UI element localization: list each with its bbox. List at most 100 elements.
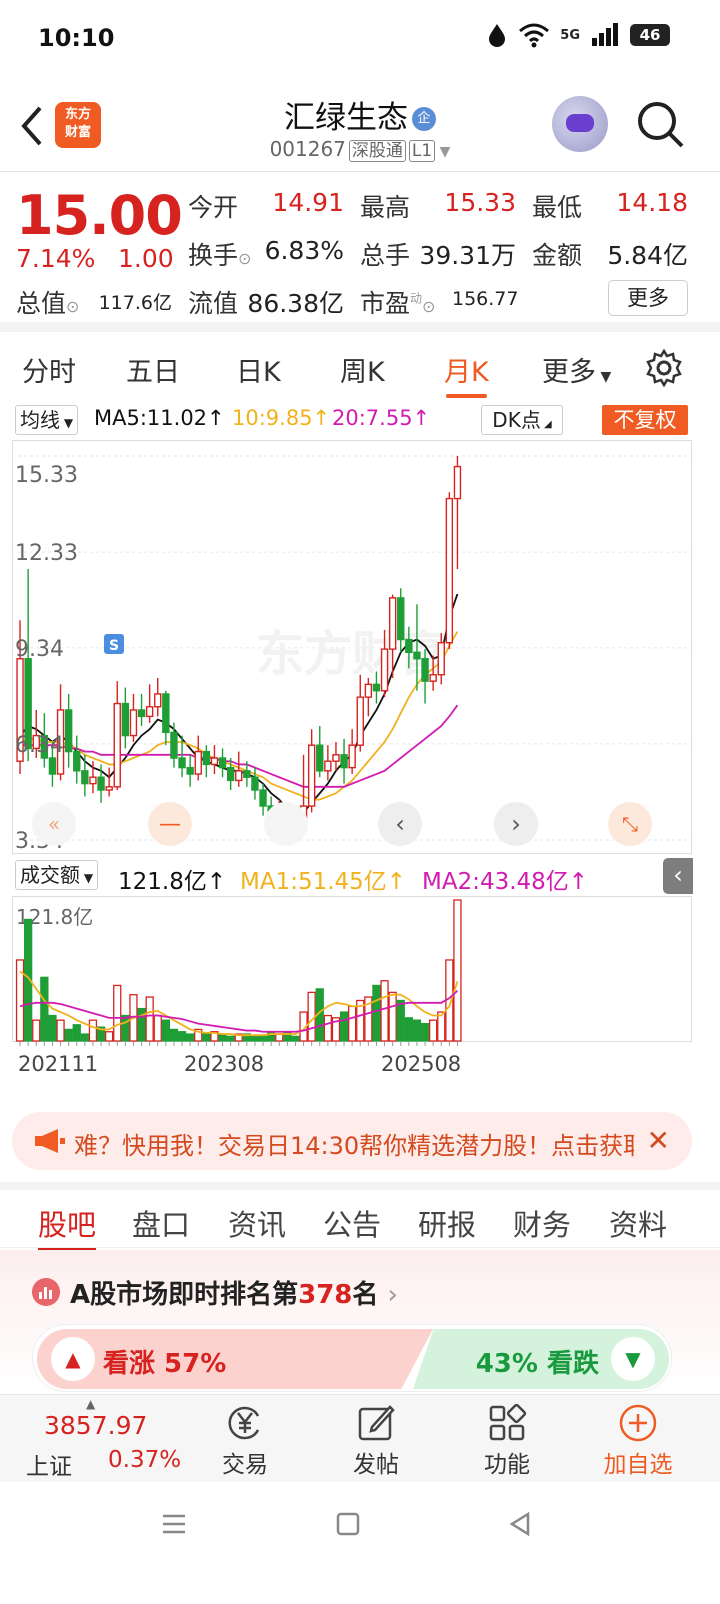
close-icon[interactable]: ✕ bbox=[647, 1124, 670, 1157]
stock-name-title: 汇绿生态企 bbox=[0, 92, 720, 137]
kline-chart[interactable]: 东方财富 15.3312.339.346.343.34 S « — ‹ › ⤡ bbox=[12, 440, 692, 854]
rank-number: 378 bbox=[298, 1280, 353, 1310]
tab-news[interactable]: 资讯 bbox=[228, 1202, 286, 1244]
candle-body bbox=[64, 709, 73, 753]
y-tick-label: 9.34 bbox=[15, 637, 64, 662]
tab-announcements[interactable]: 公告 bbox=[323, 1202, 381, 1244]
settings-gear-icon[interactable] bbox=[644, 348, 684, 388]
tab-finance[interactable]: 财务 bbox=[513, 1202, 571, 1244]
nav-post[interactable]: 发帖 bbox=[326, 1401, 426, 1479]
home-icon[interactable] bbox=[334, 1510, 362, 1538]
rank-suffix: 名 bbox=[352, 1280, 379, 1310]
y-tick-label: 15.33 bbox=[15, 463, 78, 488]
market-rank-panel: A股市场即时排名第378名 › ▲ 看涨 57% 43% 看跌 ▼ bbox=[0, 1250, 720, 1395]
back-triangle-icon[interactable] bbox=[506, 1510, 534, 1538]
battery-icon: 46 bbox=[630, 24, 670, 46]
tab-more[interactable]: 更多 ▼ bbox=[542, 350, 611, 389]
candle-body bbox=[170, 731, 178, 759]
candle-body bbox=[210, 757, 219, 766]
candle-body bbox=[332, 754, 340, 762]
mktcap-label[interactable]: 总值⊙ bbox=[16, 284, 79, 320]
more-button[interactable]: 更多 bbox=[608, 280, 688, 316]
caret-down-icon: ▼ bbox=[80, 871, 94, 885]
open-value: 14.91 bbox=[272, 188, 344, 217]
dropdown-caret-icon: ▼ bbox=[435, 144, 451, 160]
s-marker: S bbox=[104, 634, 124, 654]
change-amount: 1.00 bbox=[118, 244, 174, 273]
ma10-value: 10:9.85↑ bbox=[232, 406, 331, 430]
candle bbox=[445, 492, 454, 650]
bearish-arrow-icon[interactable]: ▼ bbox=[611, 1337, 655, 1381]
index-pct: 0.37% bbox=[108, 1447, 182, 1473]
stock-code-line[interactable]: 001267 深股通 L1 ▼ bbox=[0, 136, 720, 162]
float-label: 流值 bbox=[188, 289, 239, 318]
tab-order-book[interactable]: 盘口 bbox=[132, 1202, 190, 1244]
turnover-label[interactable]: 换手⊙ bbox=[188, 236, 251, 272]
promo-banner[interactable]: 难？快用我！交易日14:30帮你精选潜力股！点击获取 ✕ bbox=[12, 1112, 692, 1170]
nav-label: 交易 bbox=[222, 1452, 268, 1478]
tab-guba[interactable]: 股吧 bbox=[38, 1202, 97, 1252]
volume-bar bbox=[161, 1019, 171, 1042]
candle-body bbox=[202, 750, 211, 766]
side-panel-toggle-icon[interactable]: ‹ bbox=[663, 858, 693, 894]
tab-weekly-k[interactable]: 周K bbox=[340, 350, 385, 389]
volume-bar bbox=[88, 1019, 98, 1042]
volume-bar bbox=[275, 1033, 284, 1042]
volume-bar bbox=[226, 1035, 235, 1042]
candle-body bbox=[453, 465, 462, 500]
low-label: 最低 bbox=[532, 193, 583, 222]
volume-bar bbox=[113, 984, 122, 1042]
zoom-in-icon[interactable] bbox=[264, 802, 308, 846]
tab-label: 五日 bbox=[126, 357, 180, 388]
volume-bar bbox=[404, 1017, 414, 1042]
corner-triangle-icon: ◢ bbox=[540, 419, 552, 430]
bullish-label: 看涨 57% bbox=[103, 1349, 227, 1379]
candle-body bbox=[324, 760, 332, 772]
volume-value: 121.8亿↑ bbox=[118, 869, 227, 895]
candle-body bbox=[218, 757, 227, 769]
dk-point-button[interactable]: DK点 ◢ bbox=[481, 405, 563, 435]
tab-monthly-k[interactable]: 月K bbox=[444, 350, 489, 398]
volume-bar bbox=[258, 1035, 268, 1042]
network-type: 5G bbox=[560, 27, 580, 43]
volume-label: 总手 bbox=[360, 241, 411, 270]
bullish-arrow-icon[interactable]: ▲ bbox=[51, 1337, 95, 1381]
pe-dynamic-tag: 动 bbox=[410, 291, 423, 306]
quote-panel: 15.00 7.14% 1.00 今开 14.91 最高 15.33 最低 14… bbox=[0, 172, 720, 332]
candle-body bbox=[421, 658, 429, 682]
svg-text:›: › bbox=[511, 810, 521, 838]
nav-trade[interactable]: 交易 bbox=[195, 1401, 295, 1479]
index-value: 3857.97 bbox=[44, 1411, 148, 1440]
nav-functions[interactable]: 功能 bbox=[457, 1401, 557, 1479]
stock-code: 001267 bbox=[269, 137, 346, 161]
indicator-selector[interactable]: 均线 ▼ bbox=[15, 405, 79, 435]
volume-bar bbox=[169, 1028, 179, 1042]
x-label-end: 202508 bbox=[381, 1052, 462, 1076]
index-ticker[interactable]: ▲ 3857.97 上证 0.37% bbox=[0, 1395, 182, 1483]
search-icon[interactable] bbox=[634, 98, 686, 150]
tab-research[interactable]: 研报 bbox=[418, 1202, 476, 1244]
ai-assistant-avatar[interactable] bbox=[552, 96, 608, 152]
ma5-value: MA5:11.02↑ bbox=[94, 406, 225, 430]
menu-icon[interactable] bbox=[160, 1510, 188, 1538]
dk-label: DK点 bbox=[492, 408, 541, 432]
candle-body bbox=[413, 651, 421, 660]
tab-intraday[interactable]: 分时 bbox=[22, 350, 76, 389]
candle-body bbox=[235, 770, 243, 782]
volume-bar bbox=[339, 1011, 349, 1042]
pe-label[interactable]: 市盈动⊙ bbox=[360, 284, 435, 320]
index-name: 上证 bbox=[26, 1454, 72, 1480]
nav-add-watchlist[interactable]: 加自选 bbox=[588, 1401, 688, 1479]
tab-daily-k[interactable]: 日K bbox=[236, 350, 281, 389]
tab-five-day[interactable]: 五日 bbox=[126, 350, 180, 389]
candle-body bbox=[307, 744, 316, 807]
tab-profile[interactable]: 资料 bbox=[609, 1202, 667, 1244]
content-tabs: 股吧 盘口 资讯 公告 研报 财务 资料 bbox=[0, 1182, 720, 1252]
volume-chart[interactable]: 121.8亿 bbox=[12, 896, 692, 1046]
bullish-vote-area[interactable] bbox=[37, 1329, 433, 1389]
volume-value: 39.31万 bbox=[419, 241, 516, 270]
candle-body bbox=[186, 766, 194, 775]
adjust-toggle-button[interactable]: 不复权 bbox=[602, 405, 688, 435]
rank-line[interactable]: A股市场即时排名第378名 › bbox=[70, 1274, 398, 1311]
volume-indicator-selector[interactable]: 成交额 ▼ bbox=[15, 860, 99, 890]
